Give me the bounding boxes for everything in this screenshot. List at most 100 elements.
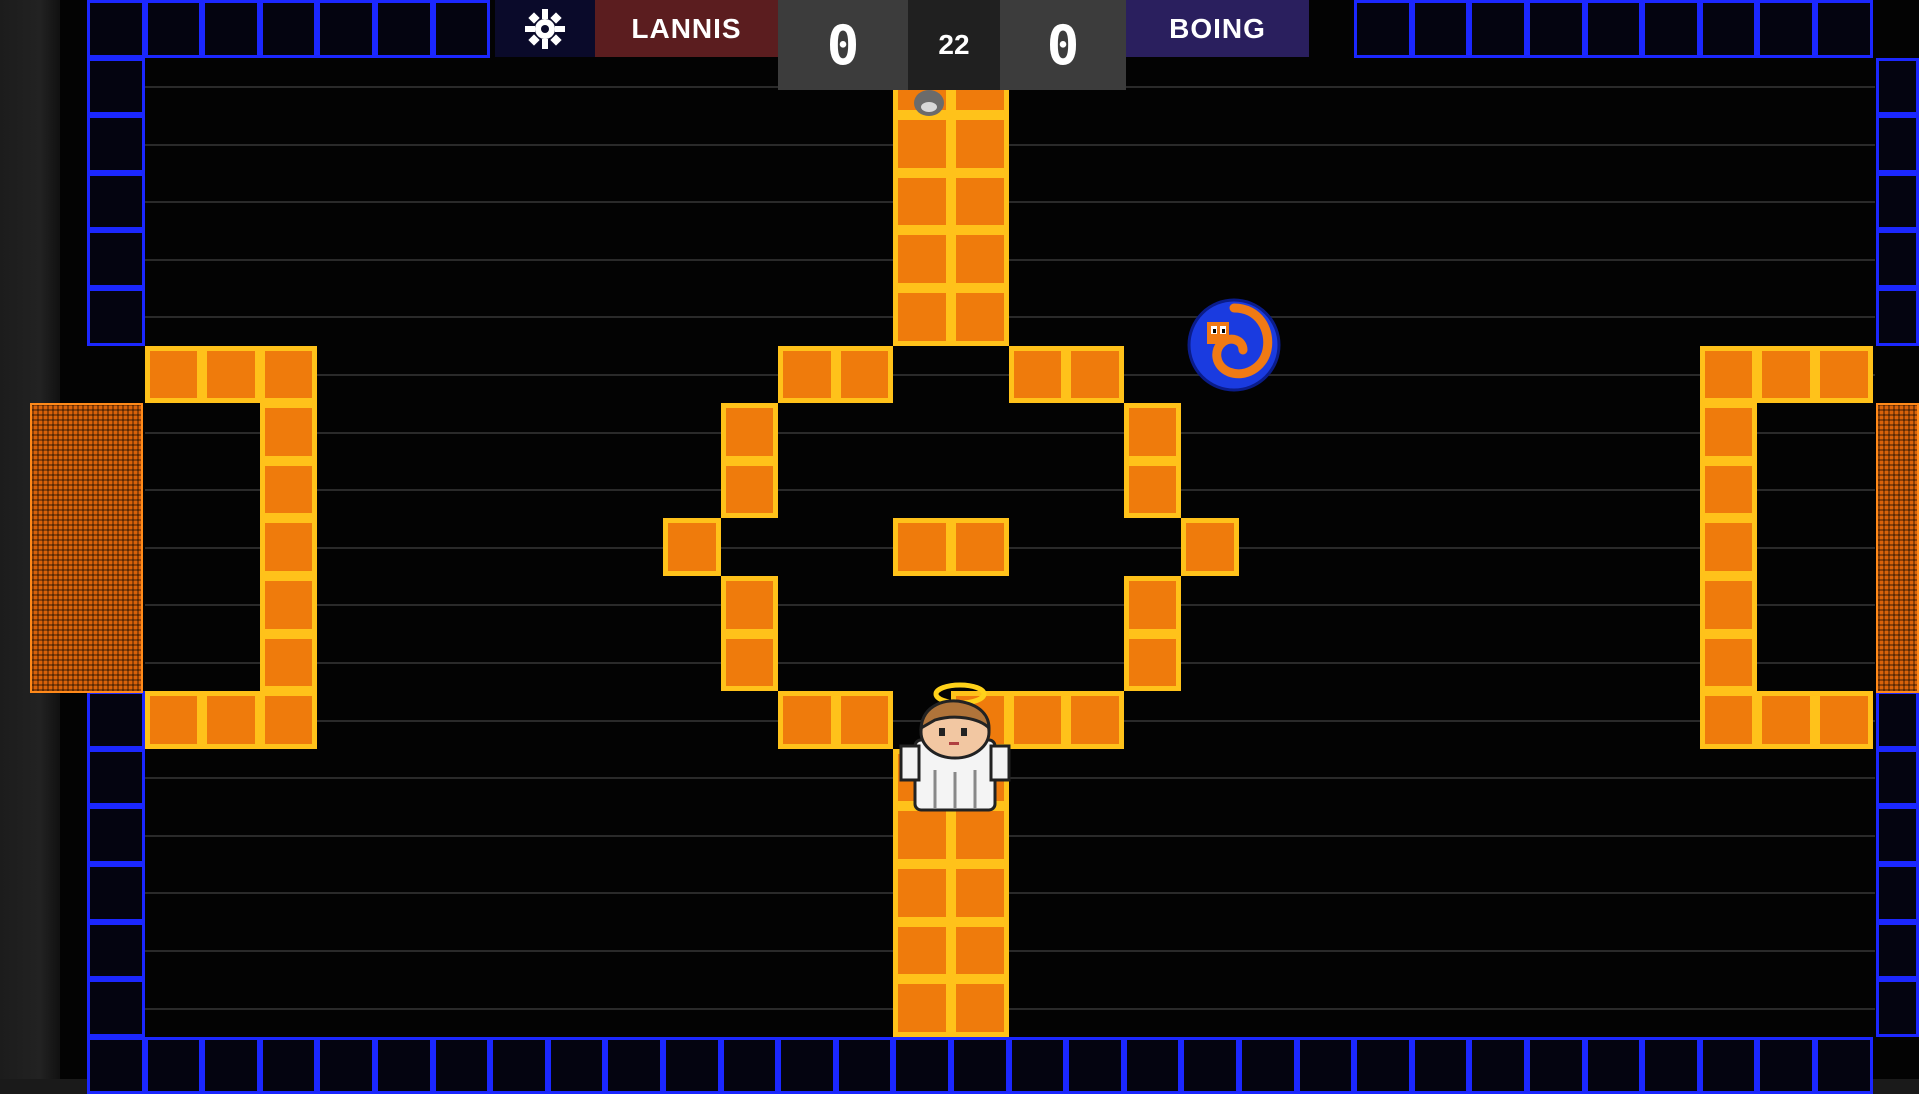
orange-block	[720, 403, 779, 461]
wall-tile	[1815, 0, 1873, 58]
orange-block	[1123, 460, 1182, 519]
right-goal	[1876, 403, 1919, 693]
orange-block	[951, 518, 1009, 576]
orange-block	[951, 115, 1009, 173]
orange-block	[893, 288, 951, 346]
wall-tile	[87, 57, 145, 116]
wall-tile	[259, 1036, 318, 1094]
orange-block	[259, 460, 318, 519]
orange-block	[951, 979, 1009, 1037]
orange-block	[1181, 518, 1239, 576]
game-field: LANNIS 0 22 0 BOING	[0, 0, 1919, 1094]
field-stripe	[145, 950, 1875, 952]
orange-block	[1699, 460, 1758, 519]
field-stripe	[145, 431, 1875, 434]
wall-tile	[1642, 1036, 1700, 1094]
wall-tile	[1699, 0, 1758, 58]
wall-tile	[432, 0, 491, 58]
orange-block	[1008, 345, 1067, 404]
wall-tile	[1876, 921, 1919, 980]
orange-block	[259, 633, 318, 692]
wall-tile	[893, 1036, 951, 1094]
wall-tile	[1239, 1036, 1297, 1094]
wall-tile	[1815, 1036, 1873, 1094]
wall-tile	[1584, 1036, 1643, 1094]
orange-block	[835, 691, 894, 749]
score-right: 0	[1000, 0, 1126, 90]
orange-block	[835, 345, 894, 404]
field-stripe	[145, 604, 1875, 607]
wall-tile	[1876, 288, 1919, 346]
wall-tile	[144, 0, 203, 58]
team-left-name: LANNIS	[595, 0, 778, 57]
orange-block	[1699, 576, 1758, 634]
wall-tile	[1699, 1036, 1758, 1094]
wall-tile	[375, 1036, 433, 1094]
orange-block	[1815, 345, 1873, 404]
orange-block	[893, 864, 951, 922]
wall-tile	[547, 1036, 606, 1094]
orange-block	[1699, 403, 1758, 461]
wall-tile	[1876, 57, 1919, 116]
wall-tile	[1584, 0, 1643, 58]
orange-block	[951, 172, 1009, 231]
field-stripe	[145, 892, 1875, 895]
orange-block	[893, 518, 951, 576]
field-stripe	[145, 546, 1875, 549]
wall-tile	[605, 1036, 663, 1094]
orange-block	[720, 633, 779, 692]
match-timer: 22	[908, 0, 1000, 90]
orange-block	[893, 172, 951, 231]
wall-tile	[1469, 1036, 1527, 1094]
wall-tile	[778, 1036, 836, 1094]
wall-tile	[87, 1036, 145, 1094]
gear-icon	[525, 8, 565, 49]
orange-block	[202, 345, 260, 404]
orange-block	[720, 460, 779, 519]
wall-tile	[87, 748, 145, 807]
orange-block	[1123, 576, 1182, 634]
settings-button[interactable]	[495, 0, 595, 57]
wall-tile	[1642, 0, 1700, 58]
orange-block	[720, 576, 779, 634]
orange-block	[1066, 345, 1124, 404]
wall-tile	[1008, 1036, 1067, 1094]
angel-player[interactable]	[895, 680, 1015, 815]
wall-tile	[1411, 0, 1470, 58]
orange-block	[1699, 633, 1758, 692]
wall-tile	[1876, 115, 1919, 173]
wall-tile	[87, 115, 145, 173]
swirl-ball[interactable]	[1187, 298, 1281, 392]
wall-tile	[1876, 748, 1919, 807]
wall-tile	[1181, 1036, 1239, 1094]
orange-block	[202, 691, 260, 749]
wall-tile	[663, 1036, 721, 1094]
wall-tile	[87, 806, 145, 864]
wall-tile	[720, 1036, 779, 1094]
orange-block	[663, 518, 721, 576]
small-ball	[914, 90, 944, 116]
orange-block	[778, 691, 836, 749]
wall-tile	[87, 691, 145, 749]
wall-tile	[1354, 0, 1412, 58]
wall-tile	[1757, 0, 1815, 58]
wall-tile	[259, 0, 318, 58]
wall-tile	[1876, 979, 1919, 1037]
orange-block	[1066, 691, 1124, 749]
orange-block	[1699, 691, 1758, 749]
orange-block	[1123, 403, 1182, 461]
orange-block	[951, 288, 1009, 346]
wall-tile	[1876, 864, 1919, 922]
wall-tile	[1876, 806, 1919, 864]
orange-block	[1757, 345, 1815, 404]
wall-tile	[1876, 691, 1919, 749]
orange-block	[893, 979, 951, 1037]
orange-block	[1123, 633, 1182, 692]
wall-tile	[202, 0, 260, 58]
wall-tile	[1876, 172, 1919, 231]
wall-tile	[87, 0, 145, 58]
orange-block	[144, 691, 203, 749]
wall-tile	[432, 1036, 491, 1094]
orange-block	[259, 403, 318, 461]
field-stripe	[145, 258, 1875, 261]
